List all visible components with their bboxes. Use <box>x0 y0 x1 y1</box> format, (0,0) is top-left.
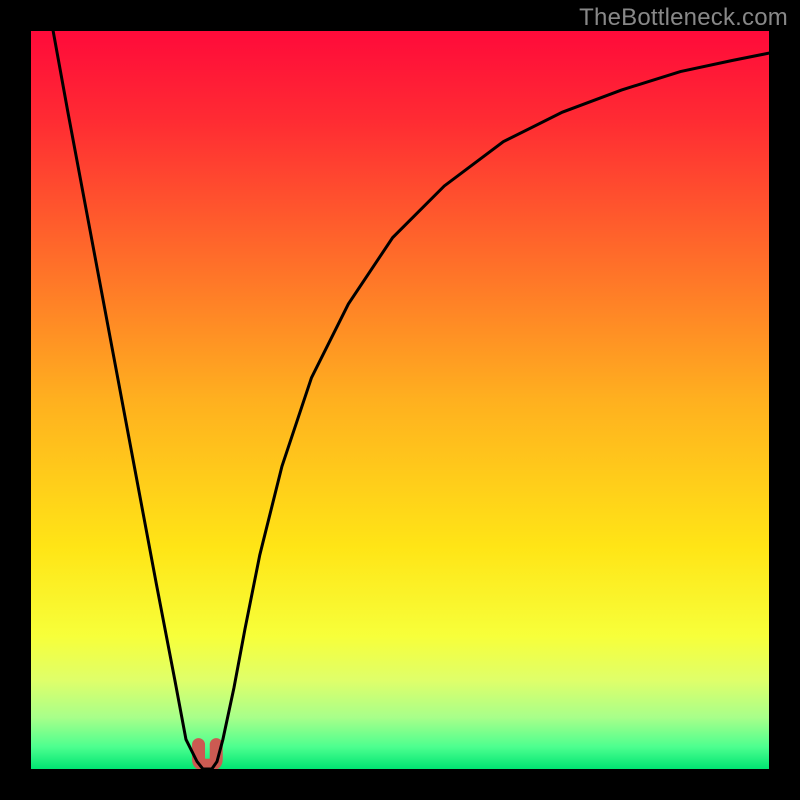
chart-svg <box>31 31 769 769</box>
plot-area <box>31 31 769 769</box>
chart-frame: TheBottleneck.com <box>0 0 800 800</box>
attribution-watermark: TheBottleneck.com <box>579 4 788 32</box>
gradient-background <box>31 31 769 769</box>
